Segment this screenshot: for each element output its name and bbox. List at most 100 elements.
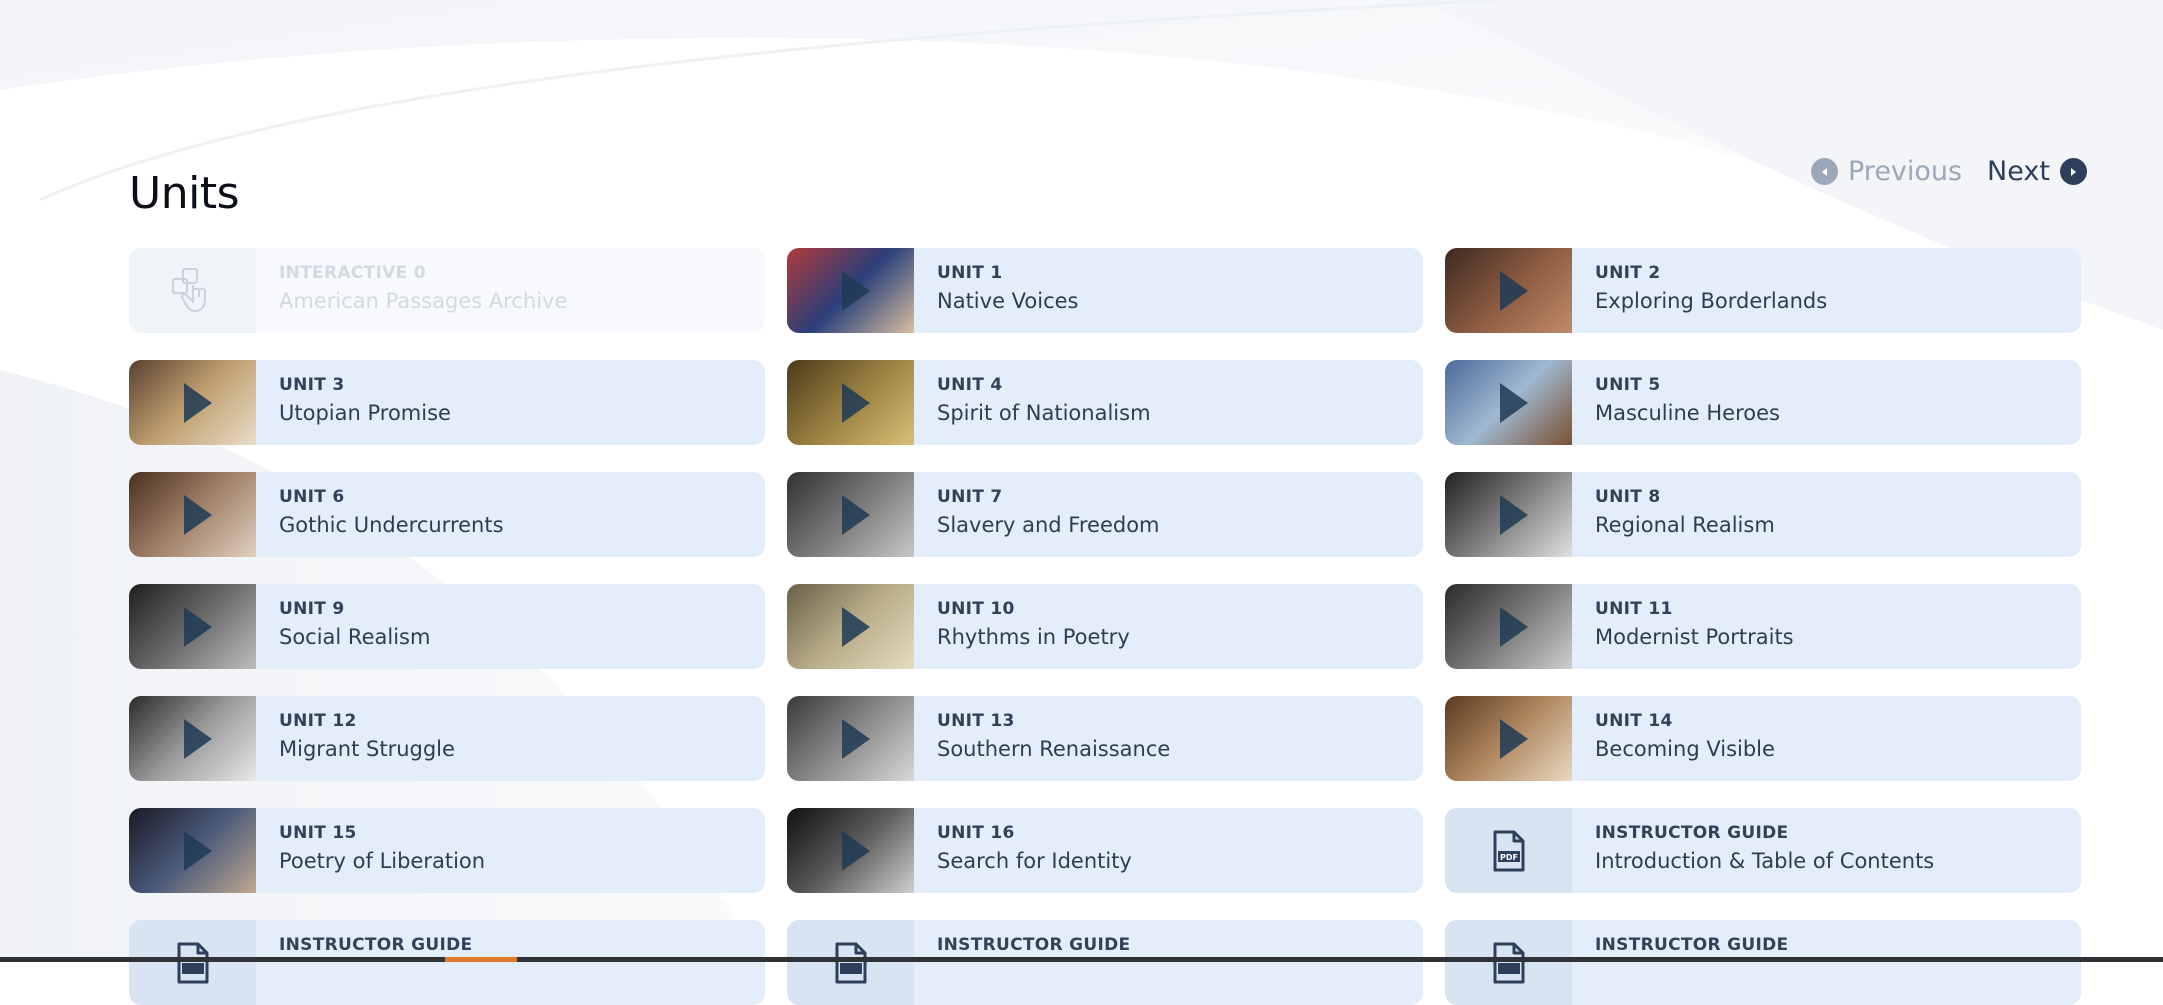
unit-text: UNIT 12 Migrant Struggle <box>256 696 455 781</box>
unit-name: Social Realism <box>279 625 431 649</box>
bottom-bar <box>0 957 2163 962</box>
unit-text: UNIT 8 Regional Realism <box>1572 472 1775 557</box>
unit-card[interactable]: UNIT 12 Migrant Struggle <box>129 696 765 781</box>
file-icon <box>1445 920 1572 1005</box>
unit-thumbnail <box>129 696 256 781</box>
unit-text: UNIT 10 Rhythms in Poetry <box>914 584 1130 669</box>
unit-card[interactable]: UNIT 8 Regional Realism <box>1445 472 2081 557</box>
unit-card[interactable]: UNIT 14 Becoming Visible <box>1445 696 2081 781</box>
unit-text: UNIT 14 Becoming Visible <box>1572 696 1775 781</box>
play-icon <box>841 494 870 535</box>
unit-eyebrow: UNIT 2 <box>1595 263 1661 283</box>
unit-eyebrow: UNIT 16 <box>937 823 1015 843</box>
unit-card[interactable]: UNIT 13 Southern Renaissance <box>787 696 1423 781</box>
unit-card[interactable]: UNIT 9 Social Realism <box>129 584 765 669</box>
play-icon <box>841 270 870 311</box>
chevron-right-icon <box>2059 158 2087 185</box>
unit-card[interactable]: UNIT 16 Search for Identity <box>787 808 1423 893</box>
unit-thumbnail <box>787 584 914 669</box>
unit-text: UNIT 5 Masculine Heroes <box>1572 360 1780 445</box>
unit-card[interactable]: PDF INSTRUCTOR GUIDE Introduction & Table … <box>1445 808 2081 893</box>
unit-eyebrow: INSTRUCTOR GUIDE <box>1595 823 1789 843</box>
unit-card[interactable]: UNIT 10 Rhythms in Poetry <box>787 584 1423 669</box>
next-button[interactable]: Next <box>1987 156 2087 187</box>
previous-label: Previous <box>1848 156 1963 187</box>
play-icon <box>841 606 870 647</box>
unit-text: UNIT 11 Modernist Portraits <box>1572 584 1794 669</box>
play-icon <box>1499 718 1528 759</box>
unit-thumbnail <box>129 808 256 893</box>
unit-eyebrow: INSTRUCTOR GUIDE <box>937 935 1131 955</box>
unit-eyebrow: UNIT 8 <box>1595 487 1661 507</box>
unit-thumbnail <box>129 472 256 557</box>
unit-card: INTERACTIVE 0 American Passages Archive <box>129 248 765 333</box>
next-label: Next <box>1987 156 2050 187</box>
unit-thumbnail <box>129 584 256 669</box>
unit-thumbnail <box>787 472 914 557</box>
bottom-accent <box>445 957 517 962</box>
unit-eyebrow: UNIT 10 <box>937 599 1015 619</box>
unit-name: Becoming Visible <box>1595 737 1775 761</box>
unit-text: INSTRUCTOR GUIDE <box>914 920 1130 1005</box>
unit-eyebrow: UNIT 4 <box>937 375 1003 395</box>
unit-eyebrow: UNIT 7 <box>937 487 1003 507</box>
unit-text: INSTRUCTOR GUIDE <box>256 920 472 1005</box>
unit-name: Modernist Portraits <box>1595 625 1794 649</box>
unit-text: UNIT 4 Spirit of Nationalism <box>914 360 1151 445</box>
unit-name: Native Voices <box>937 289 1079 313</box>
pdf-label: PDF <box>1500 853 1518 862</box>
unit-card[interactable]: UNIT 11 Modernist Portraits <box>1445 584 2081 669</box>
chevron-left-icon <box>1811 158 1838 185</box>
unit-card[interactable]: UNIT 2 Exploring Borderlands <box>1445 248 2081 333</box>
unit-card[interactable]: INSTRUCTOR GUIDE <box>1445 920 2081 1005</box>
play-icon <box>1499 382 1528 423</box>
unit-text: UNIT 7 Slavery and Freedom <box>914 472 1160 557</box>
unit-text: UNIT 2 Exploring Borderlands <box>1572 248 1827 333</box>
unit-card[interactable]: INSTRUCTOR GUIDE <box>787 920 1423 1005</box>
unit-card[interactable]: UNIT 4 Spirit of Nationalism <box>787 360 1423 445</box>
unit-name: Introduction & Table of Contents <box>1595 849 1935 873</box>
unit-card[interactable]: UNIT 15 Poetry of Liberation <box>129 808 765 893</box>
unit-text: UNIT 16 Search for Identity <box>914 808 1132 893</box>
play-icon <box>841 830 870 871</box>
unit-card[interactable]: INSTRUCTOR GUIDE <box>129 920 765 1005</box>
unit-thumbnail <box>1445 584 1572 669</box>
unit-name: Migrant Struggle <box>279 737 455 761</box>
pdf-file-icon: PDF <box>1445 808 1572 893</box>
unit-name: Poetry of Liberation <box>279 849 486 873</box>
unit-text: UNIT 9 Social Realism <box>256 584 430 669</box>
unit-eyebrow: UNIT 3 <box>279 375 345 395</box>
play-icon <box>183 494 212 535</box>
unit-name: Exploring Borderlands <box>1595 289 1828 313</box>
play-icon <box>841 382 870 423</box>
unit-text: UNIT 15 Poetry of Liberation <box>256 808 485 893</box>
unit-eyebrow: INTERACTIVE 0 <box>279 263 426 283</box>
unit-name: American Passages Archive <box>279 289 568 313</box>
unit-eyebrow: UNIT 14 <box>1595 711 1673 731</box>
unit-card[interactable]: UNIT 6 Gothic Undercurrents <box>129 472 765 557</box>
unit-eyebrow: UNIT 5 <box>1595 375 1661 395</box>
unit-eyebrow: INSTRUCTOR GUIDE <box>279 935 473 955</box>
previous-button[interactable]: Previous <box>1811 156 1962 187</box>
unit-eyebrow: UNIT 12 <box>279 711 357 731</box>
unit-text: UNIT 13 Southern Renaissance <box>914 696 1170 781</box>
unit-card[interactable]: UNIT 1 Native Voices <box>787 248 1423 333</box>
hand-pointer-icon <box>129 248 256 333</box>
play-icon <box>841 718 870 759</box>
unit-card[interactable]: UNIT 7 Slavery and Freedom <box>787 472 1423 557</box>
unit-name: Masculine Heroes <box>1595 401 1780 425</box>
unit-thumbnail <box>1445 248 1572 333</box>
unit-eyebrow: UNIT 15 <box>279 823 357 843</box>
file-icon <box>129 920 256 1005</box>
play-icon <box>183 606 212 647</box>
unit-card[interactable]: UNIT 5 Masculine Heroes <box>1445 360 2081 445</box>
unit-name: Rhythms in Poetry <box>937 625 1130 649</box>
unit-name: Search for Identity <box>937 849 1132 873</box>
unit-text: UNIT 1 Native Voices <box>914 248 1079 333</box>
unit-eyebrow: UNIT 9 <box>279 599 345 619</box>
unit-name: Southern Renaissance <box>937 737 1171 761</box>
unit-name: Utopian Promise <box>279 401 451 425</box>
unit-thumbnail <box>787 808 914 893</box>
unit-name: Gothic Undercurrents <box>279 513 504 537</box>
unit-card[interactable]: UNIT 3 Utopian Promise <box>129 360 765 445</box>
